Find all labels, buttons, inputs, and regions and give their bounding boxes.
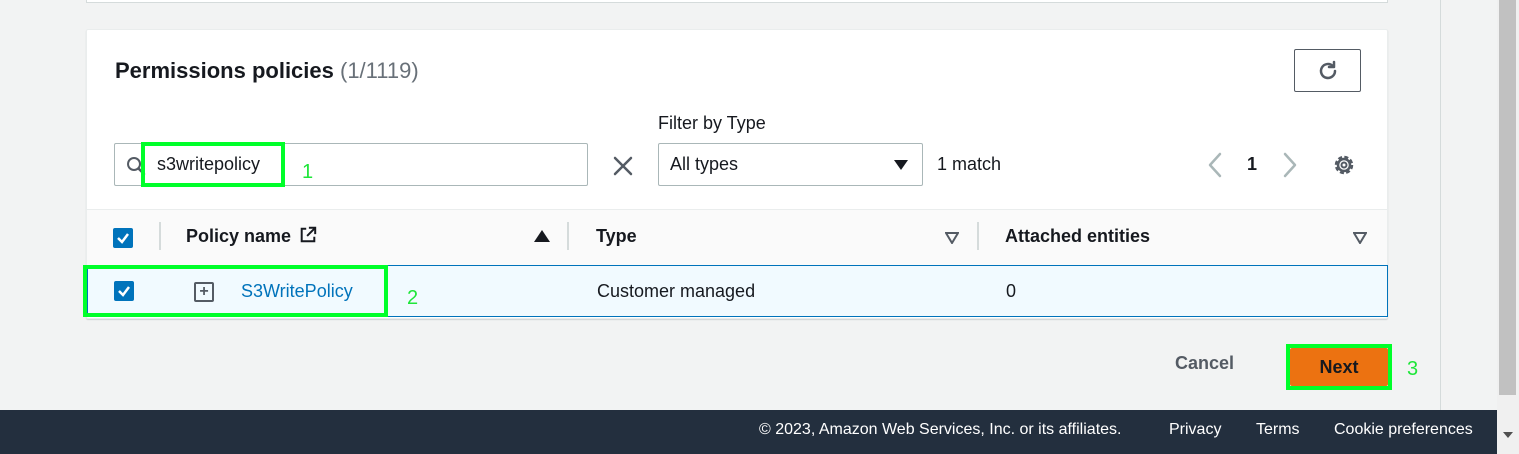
current-page[interactable]: 1 <box>1247 154 1257 175</box>
column-separator <box>977 222 979 250</box>
type-filter-value: All types <box>670 154 739 174</box>
column-header-type[interactable]: Type <box>596 226 637 247</box>
previous-panel-edge <box>86 0 1388 3</box>
column-header-policy-name[interactable]: Policy name <box>186 226 318 247</box>
refresh-button[interactable] <box>1294 49 1361 92</box>
footer-privacy-link[interactable]: Privacy <box>1169 421 1221 439</box>
annotation-highlight-search <box>141 142 285 187</box>
policy-type-cell: Customer managed <box>597 281 756 301</box>
attached-entities-cell: 0 <box>1006 281 1017 301</box>
clear-search-icon[interactable] <box>611 154 635 178</box>
sort-caret-icon[interactable] <box>945 232 959 244</box>
scrollbar-thumb[interactable] <box>1499 0 1516 395</box>
panel-title-count: (1/1119) <box>340 58 419 83</box>
page-footer: © 2023, Amazon Web Services, Inc. or its… <box>0 410 1497 454</box>
annotation-highlight-next <box>1286 344 1392 390</box>
annotation-highlight-row <box>83 265 388 317</box>
gear-icon[interactable] <box>1331 152 1357 178</box>
type-filter-select[interactable]: All types <box>658 143 923 186</box>
refresh-icon <box>1319 60 1336 79</box>
chevron-right-icon[interactable] <box>1280 150 1300 180</box>
annotation-step-3: 3 <box>1407 358 1419 380</box>
external-link-icon[interactable] <box>298 226 318 244</box>
panel-title-text: Permissions policies <box>115 58 334 83</box>
footer-terms-link[interactable]: Terms <box>1256 421 1300 439</box>
column-header-label: Policy name <box>186 226 292 246</box>
sort-caret-icon[interactable] <box>1353 232 1367 244</box>
column-separator <box>159 222 161 250</box>
cancel-button[interactable]: Cancel <box>1175 353 1234 374</box>
filter-by-type-label: Filter by Type <box>658 113 766 133</box>
select-all-checkbox[interactable] <box>113 228 133 248</box>
match-count: 1 match <box>937 154 1002 174</box>
table-header: Policy name Type Attached entities <box>87 209 1387 265</box>
checkmark-icon <box>117 233 129 244</box>
footer-cookie-preferences-link[interactable]: Cookie preferences <box>1334 421 1473 439</box>
column-separator <box>567 222 569 250</box>
panel-title: Permissions policies (1/1119) <box>115 58 419 84</box>
scroll-down-arrow-icon[interactable] <box>1503 432 1513 438</box>
annotation-step-2: 2 <box>407 287 419 309</box>
annotation-step-1: 1 <box>302 161 314 183</box>
chevron-left-icon[interactable] <box>1205 150 1225 180</box>
footer-copyright: © 2023, Amazon Web Services, Inc. or its… <box>759 421 1122 438</box>
column-header-attached-entities[interactable]: Attached entities <box>1005 226 1150 247</box>
caret-down-icon <box>894 160 908 170</box>
page-divider <box>1440 0 1441 410</box>
sort-ascending-icon[interactable] <box>534 230 550 242</box>
